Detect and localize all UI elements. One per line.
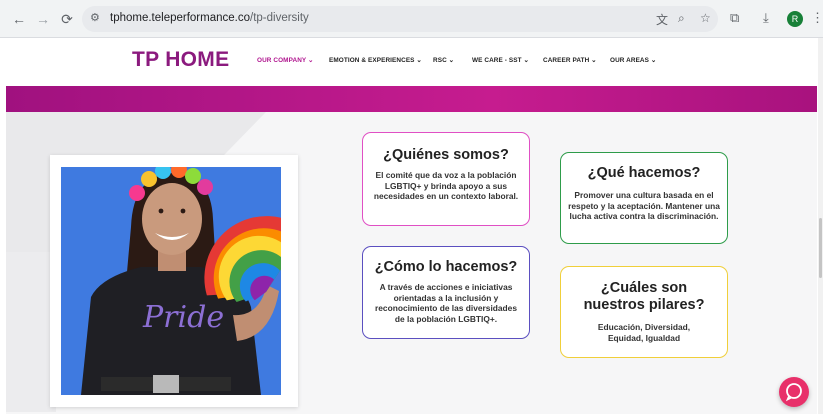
extensions-icon[interactable]: ⧉ xyxy=(730,10,739,26)
hero-band xyxy=(6,86,817,112)
reload-icon[interactable]: ⟳ xyxy=(58,10,76,28)
zoom-icon[interactable]: ⌕ xyxy=(678,11,685,26)
download-icon[interactable]: ⤓ xyxy=(763,10,769,26)
card-text: Promover una cultura basada en el respet… xyxy=(568,190,720,221)
avatar[interactable]: R xyxy=(787,11,803,27)
translate-icon[interactable]: ⽂ xyxy=(656,11,668,28)
nav-career-path[interactable]: CAREER PATH ⌄ xyxy=(543,56,597,64)
card-como-lo-hacemos: ¿Cómo lo hacemos? A través de acciones e… xyxy=(362,246,530,339)
pride-photo: Pride xyxy=(61,167,281,395)
card-pilares: ¿Cuáles son nuestros pilares? Educación,… xyxy=(560,266,728,358)
card-title: ¿Qué hacemos? xyxy=(587,165,701,181)
card-title: ¿Quiénes somos? xyxy=(383,147,509,163)
card-que-hacemos: ¿Qué hacemos? Promover una cultura basad… xyxy=(560,152,728,244)
site-settings-icon[interactable]: ⚙ xyxy=(90,11,100,24)
card-text: A través de acciones e iniciativas orien… xyxy=(375,282,517,324)
nav-our-areas[interactable]: OUR AREAS ⌄ xyxy=(610,56,656,64)
forward-icon[interactable]: → xyxy=(34,10,52,28)
card-quienes-somos: ¿Quiénes somos? El comité que da voz a l… xyxy=(362,132,530,226)
browser-toolbar: ← → ⟳ ⚙ tphome.teleperformance.co/tp-div… xyxy=(0,0,823,38)
url-text[interactable]: tphome.teleperformance.co/tp-diversity xyxy=(110,12,309,24)
card-text: El comité que da voz a la población LGBT… xyxy=(373,170,519,201)
star-icon[interactable]: ☆ xyxy=(700,11,711,25)
chat-icon xyxy=(785,383,802,402)
card-title: ¿Cómo lo hacemos? xyxy=(374,259,518,275)
card-text: Educación, Diversidad, Equidad, Igualdad xyxy=(597,322,691,343)
site-logo[interactable]: TP HOME xyxy=(132,48,229,72)
bg-shape xyxy=(6,252,56,412)
person-illustration: Pride xyxy=(81,167,281,395)
address-bar[interactable]: ⚙ tphome.teleperformance.co/tp-diversity… xyxy=(82,6,718,32)
menu-icon[interactable]: ⋮ xyxy=(811,10,823,26)
nav-emotion-experiences[interactable]: EMOTION & EXPERIENCES ⌄ xyxy=(329,56,422,64)
svg-text:Pride: Pride xyxy=(142,300,224,335)
nav-rsc[interactable]: RSC ⌄ xyxy=(433,56,454,64)
scrollbar-thumb[interactable] xyxy=(819,218,822,278)
chat-button[interactable] xyxy=(779,377,809,407)
nav-our-company[interactable]: OUR COMPANY ⌄ xyxy=(257,56,313,64)
page-scrollbar[interactable] xyxy=(818,38,823,414)
card-title: ¿Cuáles son nuestros pilares? xyxy=(583,280,705,313)
back-icon[interactable]: ← xyxy=(10,10,28,28)
nav-we-care-sst[interactable]: WE CARE - SST ⌄ xyxy=(472,56,529,64)
